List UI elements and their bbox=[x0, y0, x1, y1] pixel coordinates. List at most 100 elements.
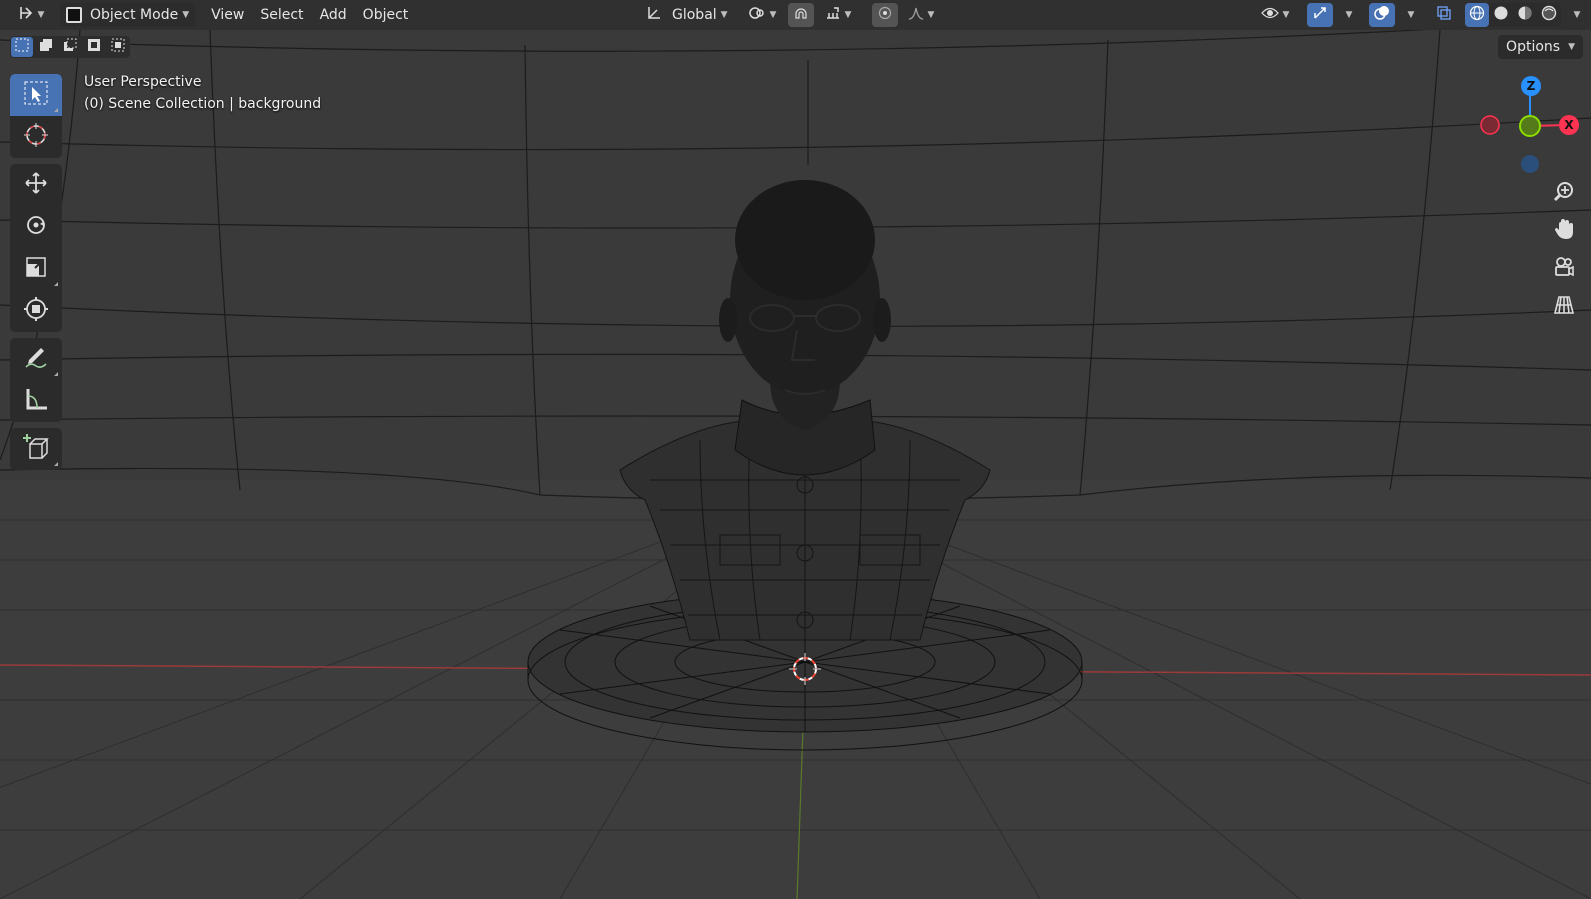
tool-move[interactable] bbox=[10, 164, 62, 206]
annotate-pencil-icon bbox=[23, 344, 49, 374]
cursor-icon bbox=[23, 122, 49, 152]
gizmo-x-label: X bbox=[1564, 118, 1574, 132]
chevron-down-icon: ▼ bbox=[1407, 10, 1415, 20]
select-new-icon bbox=[15, 38, 29, 56]
tool-cursor[interactable] bbox=[10, 116, 62, 158]
tool-variants-indicator bbox=[54, 282, 58, 286]
overlays-icon bbox=[1373, 5, 1391, 25]
gizmo-z-axis[interactable]: Z bbox=[1521, 76, 1541, 96]
tool-add-cube[interactable] bbox=[10, 428, 62, 470]
gizmo-toggle[interactable] bbox=[1307, 3, 1333, 27]
magnet-icon bbox=[793, 5, 809, 25]
chevron-down-icon: ▼ bbox=[927, 10, 935, 20]
visibility-button[interactable]: ▼ bbox=[1255, 3, 1295, 27]
chevron-down-icon: ▼ bbox=[37, 10, 45, 20]
proportional-edit-toggle[interactable] bbox=[872, 3, 898, 27]
menu-object[interactable]: Object bbox=[355, 3, 417, 27]
select-extend-icon bbox=[39, 38, 53, 56]
eye-icon bbox=[1260, 6, 1279, 24]
tool-transform[interactable] bbox=[10, 290, 62, 332]
proportional-edit-icon bbox=[878, 6, 892, 24]
select-new-button[interactable] bbox=[11, 37, 33, 57]
toggle-perspective-button[interactable] bbox=[1547, 290, 1581, 324]
mode-label: Object Mode bbox=[90, 7, 179, 23]
shading-wireframe-button[interactable] bbox=[1465, 3, 1489, 27]
options-label: Options bbox=[1506, 39, 1561, 55]
material-sphere-icon bbox=[1517, 5, 1533, 25]
orientation-selector[interactable]: Global ▼ bbox=[640, 3, 736, 27]
selection-mode-group bbox=[10, 36, 130, 58]
pan-button[interactable] bbox=[1547, 214, 1581, 248]
xray-icon bbox=[1436, 5, 1452, 25]
falloff-curve-icon bbox=[908, 5, 924, 25]
wireframe-sphere-icon bbox=[1469, 5, 1485, 25]
shading-solid-button[interactable] bbox=[1489, 3, 1513, 27]
viewport-collection-label: (0) Scene Collection | background bbox=[84, 96, 322, 112]
chevron-down-icon: ▼ bbox=[1345, 10, 1353, 20]
scale-icon bbox=[23, 254, 49, 284]
chevron-down-icon: ▼ bbox=[720, 10, 728, 20]
mode-selector[interactable]: Object Mode ▼ bbox=[60, 3, 196, 27]
select-extend-button[interactable] bbox=[35, 37, 57, 57]
select-invert-button[interactable] bbox=[83, 37, 105, 57]
measure-ruler-icon bbox=[23, 386, 49, 416]
scene-render bbox=[0, 0, 1591, 899]
editor-type-button[interactable]: ▼ bbox=[14, 3, 48, 27]
gizmo-z-label: Z bbox=[1526, 79, 1536, 93]
overlays-toggle[interactable] bbox=[1369, 3, 1395, 27]
tool-variants-indicator bbox=[54, 372, 58, 376]
orientation-label: Global bbox=[672, 7, 717, 23]
tool-rotate[interactable] bbox=[10, 206, 62, 248]
camera-view-button[interactable] bbox=[1547, 252, 1581, 286]
zoom-button[interactable] bbox=[1547, 176, 1581, 210]
viewport-perspective-label: User Perspective bbox=[84, 74, 202, 90]
tool-annotate[interactable] bbox=[10, 338, 62, 380]
select-box-icon bbox=[23, 80, 49, 110]
zoom-magnifier-icon bbox=[1553, 180, 1575, 206]
object-mode-icon bbox=[66, 7, 82, 23]
select-invert-icon bbox=[87, 38, 101, 56]
select-intersect-button[interactable] bbox=[107, 37, 129, 57]
proportional-falloff-button[interactable]: ▼ bbox=[904, 3, 938, 27]
rendered-sphere-icon bbox=[1541, 5, 1557, 25]
tool-variants-indicator bbox=[54, 462, 58, 466]
move-icon bbox=[23, 170, 49, 200]
chevron-down-icon: ▼ bbox=[182, 10, 190, 20]
rotate-icon bbox=[23, 212, 49, 242]
snap-target-button[interactable]: ▼ bbox=[820, 3, 856, 27]
editor-type-icon bbox=[18, 5, 34, 25]
tool-shelf bbox=[10, 74, 62, 476]
select-subtract-button[interactable] bbox=[59, 37, 81, 57]
3d-viewport[interactable] bbox=[0, 0, 1591, 899]
shading-material-button[interactable] bbox=[1513, 3, 1537, 27]
overlays-dropdown[interactable]: ▼ bbox=[1399, 3, 1419, 27]
tool-scale[interactable] bbox=[10, 248, 62, 290]
hand-icon bbox=[1553, 218, 1575, 244]
menu-view[interactable]: View bbox=[203, 3, 252, 27]
gizmo-dropdown[interactable]: ▼ bbox=[1337, 3, 1357, 27]
transform-icon bbox=[23, 296, 49, 326]
snap-increment-icon bbox=[825, 5, 841, 25]
shading-rendered-button[interactable] bbox=[1537, 3, 1561, 27]
solid-sphere-icon bbox=[1493, 5, 1509, 25]
navigation-gizmo[interactable]: Z X bbox=[1461, 68, 1591, 188]
tool-variants-indicator bbox=[54, 108, 58, 112]
pivot-icon bbox=[748, 5, 766, 25]
camera-icon bbox=[1553, 256, 1575, 282]
tool-measure[interactable] bbox=[10, 380, 62, 422]
shading-dropdown[interactable]: ▼ bbox=[1565, 3, 1585, 27]
gizmo-x-axis[interactable]: X bbox=[1559, 115, 1579, 135]
viewport-header: ▼ Object Mode ▼ View Select Add Object G… bbox=[0, 0, 1591, 30]
gizmo-icon bbox=[1312, 5, 1328, 25]
gizmo-y-axis[interactable] bbox=[1519, 115, 1541, 137]
menu-add[interactable]: Add bbox=[312, 3, 355, 27]
snap-toggle[interactable] bbox=[788, 3, 814, 27]
xray-toggle[interactable] bbox=[1431, 3, 1457, 27]
tool-select-box[interactable] bbox=[10, 74, 62, 116]
pivot-point-button[interactable]: ▼ bbox=[742, 3, 782, 27]
menu-select[interactable]: Select bbox=[252, 3, 311, 27]
chevron-down-icon: ▼ bbox=[1573, 10, 1581, 20]
options-button[interactable]: Options ▼ bbox=[1498, 35, 1583, 59]
chevron-down-icon: ▼ bbox=[844, 10, 852, 20]
add-cube-icon bbox=[22, 433, 50, 465]
